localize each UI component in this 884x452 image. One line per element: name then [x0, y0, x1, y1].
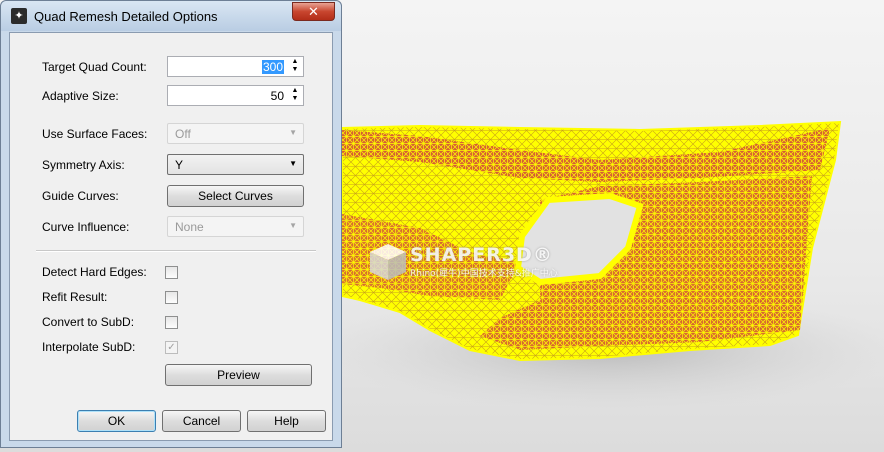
- rhino-app-icon: ✦: [11, 8, 27, 24]
- window-title: Quad Remesh Detailed Options: [34, 9, 218, 24]
- watermark-subtext: Rhino(犀牛)中国技术支持&推广中心: [410, 269, 558, 279]
- guide-curves-label: Guide Curves:: [42, 189, 119, 203]
- chevron-down-icon[interactable]: ▼: [289, 159, 297, 168]
- target-quad-count-label: Target Quad Count:: [42, 60, 147, 74]
- ok-button[interactable]: OK: [77, 410, 156, 432]
- spin-arrows-icon[interactable]: ▲ ▼: [289, 87, 301, 104]
- curve-influence-value: None: [175, 220, 204, 234]
- help-button[interactable]: Help: [247, 410, 326, 432]
- use-surface-faces-label: Use Surface Faces:: [42, 127, 148, 141]
- curve-influence-label: Curve Influence:: [42, 220, 130, 234]
- detect-hard-edges-label: Detect Hard Edges:: [42, 265, 147, 279]
- adaptive-size-stepper[interactable]: 50 ▲ ▼: [167, 85, 304, 106]
- adaptive-size-value[interactable]: 50: [271, 89, 284, 103]
- convert-to-subd-label: Convert to SubD:: [42, 315, 135, 329]
- symmetry-axis-select[interactable]: Y ▼: [167, 154, 304, 175]
- watermark-text: SHAPER3D®: [410, 244, 553, 266]
- target-quad-count-stepper[interactable]: 300 ▲ ▼: [167, 56, 304, 77]
- dialog-content: Target Quad Count: 300 ▲ ▼ Adaptive Size:…: [9, 32, 333, 441]
- spin-arrows-icon[interactable]: ▲ ▼: [289, 58, 301, 75]
- quad-remesh-dialog: ✦ Quad Remesh Detailed Options ✕ Target …: [0, 0, 342, 448]
- use-surface-faces-select: Off ▼: [167, 123, 304, 144]
- chevron-down-icon: ▼: [289, 221, 297, 230]
- preview-button[interactable]: Preview: [165, 364, 312, 386]
- target-quad-count-value[interactable]: 300: [261, 60, 284, 74]
- interpolate-subd-checkbox: ✓: [165, 341, 178, 354]
- checkmark-icon: ✓: [167, 342, 176, 353]
- refit-result-label: Refit Result:: [42, 290, 108, 304]
- symmetry-axis-label: Symmetry Axis:: [42, 158, 125, 172]
- title-bar[interactable]: ✦ Quad Remesh Detailed Options ✕: [1, 1, 341, 31]
- interpolate-subd-label: Interpolate SubD:: [42, 340, 136, 354]
- convert-to-subd-checkbox[interactable]: [165, 316, 178, 329]
- detect-hard-edges-checkbox[interactable]: [165, 266, 178, 279]
- curve-influence-select: None ▼: [167, 216, 304, 237]
- refit-result-checkbox[interactable]: [165, 291, 178, 304]
- close-icon: ✕: [308, 4, 319, 19]
- symmetry-axis-value: Y: [175, 158, 184, 172]
- use-surface-faces-value: Off: [175, 127, 191, 141]
- chevron-down-icon: ▼: [289, 128, 297, 137]
- section-divider: [36, 250, 316, 252]
- cancel-button[interactable]: Cancel: [162, 410, 241, 432]
- select-curves-button[interactable]: Select Curves: [167, 185, 304, 207]
- adaptive-size-label: Adaptive Size:: [42, 89, 119, 103]
- close-button[interactable]: ✕: [292, 2, 335, 21]
